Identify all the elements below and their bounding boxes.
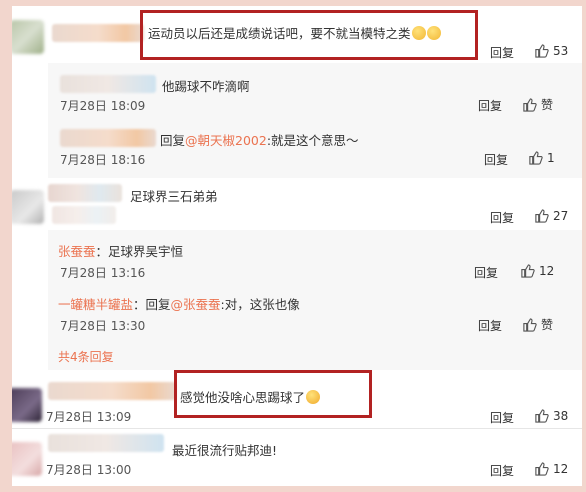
thumbs-up-icon: [529, 151, 543, 165]
timestamp: 7月28日 13:16: [60, 266, 146, 280]
like-button[interactable]: 12: [534, 461, 568, 476]
like-count: 53: [553, 43, 569, 58]
reply-button[interactable]: 回复: [484, 151, 508, 168]
reply-body: ：足球界吴宇恒: [95, 244, 184, 259]
mention-link[interactable]: @朝天椒2002: [185, 133, 267, 148]
thumbs-up-icon: [535, 44, 549, 58]
blurred-username[interactable]: [60, 129, 156, 147]
divider: [12, 428, 582, 429]
like-count: 27: [553, 208, 569, 223]
reply-text: 一罐糖半罐盐：回复@张蚕蚕:对，这张也像: [58, 294, 300, 313]
blurred-username: [52, 206, 116, 224]
like-count: 赞: [541, 318, 554, 332]
like-count: 1: [547, 150, 555, 165]
avatar[interactable]: [12, 442, 42, 476]
reply-button[interactable]: 回复: [478, 97, 502, 114]
reply-button[interactable]: 回复: [490, 209, 514, 226]
more-replies-link[interactable]: 共4条回复: [58, 348, 114, 365]
blurred-username[interactable]: [48, 434, 164, 452]
like-button[interactable]: 1: [528, 150, 555, 165]
blurred-username[interactable]: [48, 184, 122, 202]
like-button[interactable]: 38: [534, 408, 568, 423]
reply-button[interactable]: 回复: [490, 462, 514, 479]
reply-prefix: 回复: [160, 133, 186, 148]
reply-button[interactable]: 回复: [490, 409, 514, 426]
reply-button[interactable]: 回复: [474, 264, 498, 281]
thumbs-up-icon: [521, 264, 535, 278]
timestamp: 7月28日 13:30: [60, 319, 146, 333]
reply-username[interactable]: 张蚕蚕: [58, 244, 96, 259]
like-count: 12: [553, 461, 569, 476]
blurred-username[interactable]: [52, 24, 144, 42]
timestamp: 7月28日 18:16: [60, 153, 146, 167]
like-button[interactable]: 赞: [522, 316, 553, 333]
like-button[interactable]: 12: [520, 263, 554, 278]
highlight-box: [174, 370, 372, 418]
like-count: 38: [553, 408, 569, 423]
reply-body: :就是这个意思～: [266, 133, 359, 148]
reply-username[interactable]: 一罐糖半罐盐: [58, 297, 133, 312]
avatar[interactable]: [12, 388, 42, 422]
thumbs-up-icon: [535, 409, 549, 423]
reply-prefix: ：回复: [133, 297, 171, 312]
comment-panel: 运动员以后还是成绩说话吧，要不就当模特之类 回复 53 他踢球不咋滴啊 7月28…: [12, 6, 582, 486]
reply-text: 他踢球不咋滴啊: [162, 79, 250, 94]
reply-button[interactable]: 回复: [490, 44, 514, 61]
reply-button[interactable]: 回复: [478, 317, 502, 334]
like-button[interactable]: 53: [534, 43, 568, 58]
timestamp: 7月28日 13:00: [46, 463, 132, 477]
like-count: 12: [539, 263, 555, 278]
avatar[interactable]: [12, 190, 44, 224]
timestamp: 7月28日 13:09: [46, 410, 132, 424]
thumbs-up-icon: [535, 462, 549, 476]
avatar[interactable]: [12, 20, 44, 54]
comment-text: 最近很流行贴邦迪!: [172, 443, 278, 458]
mention-link[interactable]: @张蚕蚕: [171, 297, 221, 312]
like-count: 赞: [541, 98, 554, 112]
thumbs-up-icon: [523, 318, 537, 332]
thumbs-up-icon: [523, 98, 537, 112]
reply-thread: 张蚕蚕：足球界吴宇恒 7月28日 13:16 回复 12 一罐糖半罐盐：回复@张…: [48, 230, 582, 370]
comment-text: 足球界三石弟弟: [130, 189, 218, 204]
highlight-box: [140, 10, 478, 60]
timestamp: 7月28日 18:09: [60, 99, 146, 113]
like-button[interactable]: 27: [534, 208, 568, 223]
reply-thread: 他踢球不咋滴啊 7月28日 18:09 回复 赞 回复@朝天椒2002:就是这个…: [48, 63, 582, 178]
reply-text: 回复@朝天椒2002:就是这个意思～: [160, 130, 359, 149]
blurred-username[interactable]: [48, 382, 176, 400]
blurred-username[interactable]: [60, 75, 156, 93]
thumbs-up-icon: [535, 209, 549, 223]
reply-text: 张蚕蚕：足球界吴宇恒: [58, 241, 183, 260]
reply-body: :对，这张也像: [220, 297, 300, 312]
like-button[interactable]: 赞: [522, 96, 553, 113]
